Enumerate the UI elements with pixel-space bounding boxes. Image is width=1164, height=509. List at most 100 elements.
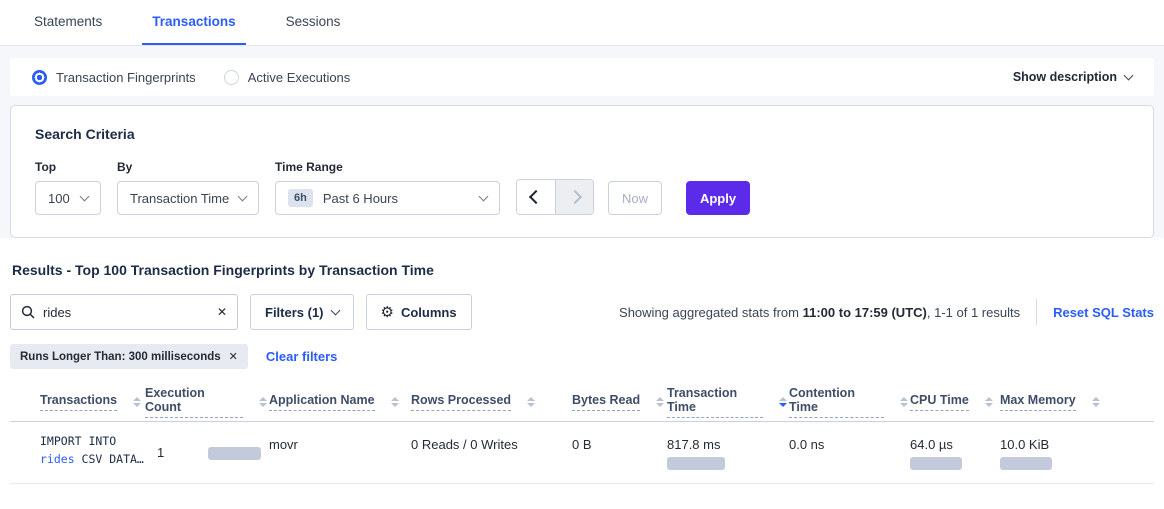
column-header-application-name: Application Name (267, 383, 409, 421)
sort-icon[interactable] (1092, 397, 1100, 408)
max-memory-bar (1000, 457, 1052, 470)
table-row: IMPORT INTO rides CSV DATA… 1 movr 0 Rea… (10, 422, 1154, 484)
execution-count-bar (208, 447, 261, 460)
chevron-down-icon (238, 192, 248, 202)
contention-time-cell: 0.0 ns (787, 422, 908, 483)
max-memory-cell: 10.0 KiB (998, 422, 1154, 483)
sort-icon-active-desc[interactable] (779, 397, 787, 408)
sort-icon[interactable] (391, 397, 399, 408)
tab-transactions[interactable]: Transactions (142, 0, 245, 45)
gear-icon: ⚙ (381, 305, 394, 320)
column-header-transactions: Transactions (10, 383, 143, 421)
clear-filters-link[interactable]: Clear filters (266, 349, 338, 364)
top-field: Top 100 (35, 160, 101, 215)
view-toggle-row: Transaction Fingerprints Active Executio… (10, 58, 1154, 96)
column-header-cpu-time: CPU Time (908, 383, 998, 421)
tab-statements[interactable]: Statements (24, 0, 112, 45)
execution-count-cell: 1 (143, 422, 267, 483)
radio-transaction-fingerprints[interactable]: Transaction Fingerprints (32, 70, 196, 85)
vertical-divider (1036, 299, 1037, 325)
chevron-down-icon (479, 192, 489, 202)
sort-icon[interactable] (985, 397, 993, 408)
time-range-label: Time Range (275, 160, 500, 174)
application-name-cell: movr (267, 422, 409, 483)
results-controls: ✕ Filters (1) ⚙ Columns Showing aggregat… (10, 294, 1154, 330)
active-filters-row: Runs Longer Than: 300 milliseconds ✕ Cle… (10, 344, 1154, 369)
time-range-value: Past 6 Hours (323, 191, 398, 206)
results-heading: Results - Top 100 Transaction Fingerprin… (10, 262, 1154, 278)
transaction-time-bar (667, 457, 725, 470)
column-header-max-memory: Max Memory (998, 383, 1154, 421)
sort-icon[interactable] (259, 397, 267, 408)
now-button[interactable]: Now (608, 181, 662, 215)
search-criteria-title: Search Criteria (35, 126, 1129, 142)
by-select[interactable]: Transaction Time (117, 181, 259, 215)
radio-selected-icon (32, 70, 47, 85)
radio-active-executions[interactable]: Active Executions (224, 70, 351, 85)
sql-table-link[interactable]: rides (40, 452, 75, 466)
results-section: Results - Top 100 Transaction Fingerprin… (0, 238, 1164, 509)
sort-icon[interactable] (656, 397, 664, 408)
time-range-select[interactable]: 6h Past 6 Hours (275, 181, 500, 215)
top-select[interactable]: 100 (35, 181, 101, 215)
max-memory-value: 10.0 KiB (1000, 437, 1148, 452)
table-header-row: Transactions Execution Count Application… (10, 383, 1154, 422)
radio-label: Active Executions (248, 70, 351, 85)
sql-line-2: rides CSV DATA… (40, 451, 137, 469)
sort-icon[interactable] (133, 397, 141, 408)
transaction-time-cell: 817.8 ms (665, 422, 787, 483)
filters-button[interactable]: Filters (1) (250, 294, 354, 330)
cpu-time-value: 64.0 µs (910, 437, 992, 452)
search-box[interactable]: ✕ (10, 294, 238, 330)
cpu-time-cell: 64.0 µs (908, 422, 998, 483)
tab-sessions[interactable]: Sessions (276, 0, 351, 45)
clear-search-icon[interactable]: ✕ (217, 305, 227, 319)
time-range-badge: 6h (288, 189, 313, 207)
aggregated-stats-text: Showing aggregated stats from 11:00 to 1… (619, 305, 1020, 320)
transaction-fingerprint-cell[interactable]: IMPORT INTO rides CSV DATA… (10, 422, 143, 483)
by-label: By (117, 160, 259, 174)
chevron-down-icon (330, 306, 340, 316)
bytes-read-cell: 0 B (570, 422, 665, 483)
chevron-down-icon (80, 192, 90, 202)
page-tabs: Statements Transactions Sessions (0, 0, 1164, 46)
columns-button[interactable]: ⚙ Columns (366, 294, 472, 330)
remove-filter-icon[interactable]: ✕ (229, 350, 238, 363)
execution-count-value: 1 (157, 445, 164, 460)
rows-processed-cell: 0 Reads / 0 Writes (409, 422, 570, 483)
columns-button-label: Columns (401, 305, 457, 320)
transactions-table: Transactions Execution Count Application… (10, 383, 1154, 484)
show-description-label: Show description (1013, 70, 1117, 84)
apply-button[interactable]: Apply (686, 181, 750, 215)
time-window-arrows (516, 179, 594, 215)
transaction-time-value: 817.8 ms (667, 437, 781, 452)
radio-unselected-icon (224, 70, 239, 85)
filter-chip: Runs Longer Than: 300 milliseconds ✕ (10, 344, 248, 369)
by-field: By Transaction Time (117, 160, 259, 215)
sql-line-1: IMPORT INTO (40, 433, 137, 451)
chevron-right-icon (567, 190, 581, 204)
show-description-toggle[interactable]: Show description (1013, 70, 1132, 84)
previous-time-window-button[interactable] (517, 180, 555, 214)
top-label: Top (35, 160, 101, 174)
column-header-bytes-read: Bytes Read (570, 383, 665, 421)
radio-label: Transaction Fingerprints (56, 70, 196, 85)
column-header-contention-time: Contention Time (787, 383, 908, 421)
time-range-field: Time Range 6h Past 6 Hours (275, 160, 500, 215)
search-icon (21, 305, 35, 319)
column-header-execution-count: Execution Count (143, 383, 267, 421)
filters-button-label: Filters (1) (265, 305, 324, 320)
by-select-value: Transaction Time (130, 191, 229, 206)
filter-chip-label: Runs Longer Than: 300 milliseconds (20, 351, 221, 363)
reset-sql-stats-link[interactable]: Reset SQL Stats (1053, 305, 1154, 320)
cpu-time-bar (910, 457, 962, 470)
search-criteria-card: Search Criteria Top 100 By Transaction T… (10, 105, 1154, 238)
sort-icon[interactable] (900, 397, 908, 408)
next-time-window-button[interactable] (555, 180, 593, 214)
column-header-rows-processed: Rows Processed (409, 383, 570, 421)
search-input[interactable] (43, 305, 217, 320)
chevron-down-icon (1124, 71, 1134, 81)
search-criteria-form: Top 100 By Transaction Time Time Range 6… (35, 160, 1129, 215)
top-select-value: 100 (48, 191, 70, 206)
sort-icon[interactable] (527, 397, 535, 408)
